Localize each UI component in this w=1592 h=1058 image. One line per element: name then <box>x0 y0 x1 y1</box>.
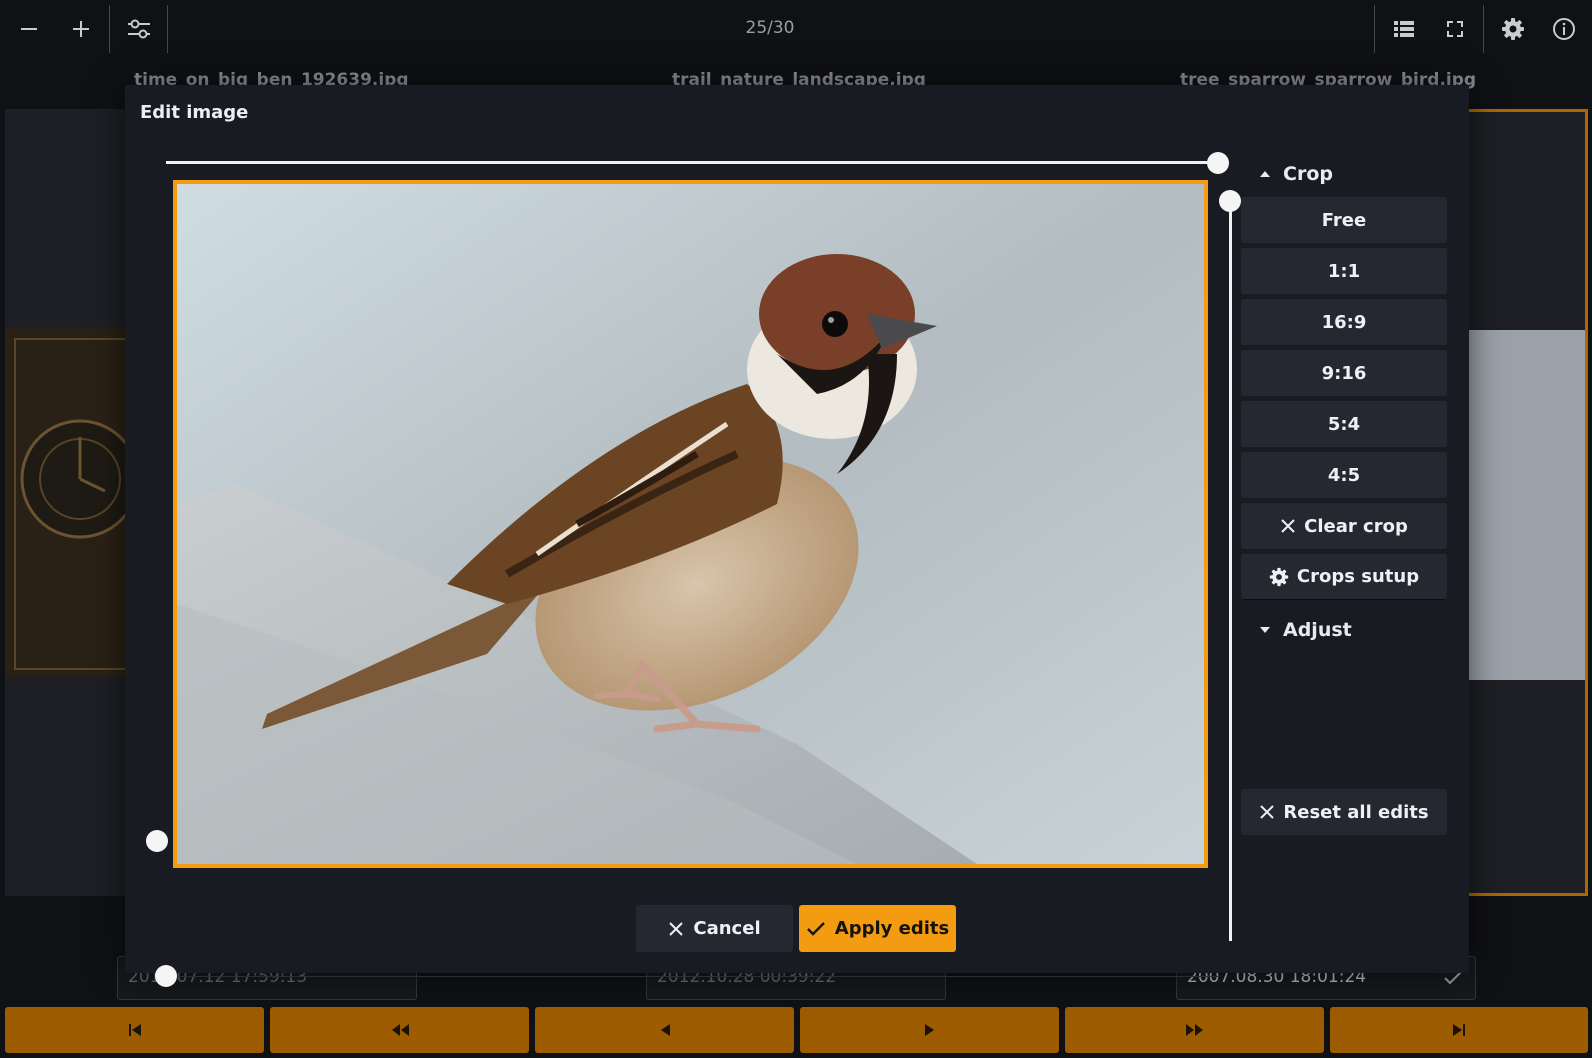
adjust-section-label: Adjust <box>1283 619 1352 641</box>
image-counter: 25/30 <box>745 18 795 38</box>
cancel-button[interactable]: Cancel <box>636 905 793 952</box>
info-button[interactable] <box>1540 4 1588 54</box>
toolbar-divider <box>167 5 168 53</box>
settings-button[interactable] <box>1489 4 1537 54</box>
fast-rewind-icon <box>391 1024 409 1036</box>
apply-edits-button[interactable]: Apply edits <box>799 905 956 952</box>
previous-icon <box>660 1024 670 1036</box>
image-thumbnail <box>1450 330 1585 680</box>
crop-right-slider-track[interactable] <box>1229 201 1232 941</box>
crop-ratio-9-16-button[interactable]: 9:16 <box>1241 350 1447 396</box>
skip-last-icon <box>1453 1024 1465 1036</box>
gallery-card-selected[interactable] <box>1450 109 1588 896</box>
last-image-button[interactable] <box>1330 1007 1588 1053</box>
chevron-up-icon <box>1260 171 1270 177</box>
edit-image-dialog: Edit image Crop Free 1:1 16:9 9:16 5:4 4… <box>125 85 1469 987</box>
image-crop-area[interactable] <box>173 180 1208 868</box>
fast-forward-button[interactable] <box>1065 1007 1324 1053</box>
button-label: 4:5 <box>1327 464 1361 486</box>
list-icon <box>1394 21 1414 37</box>
next-button[interactable] <box>800 1007 1059 1053</box>
toolbar-divider <box>109 5 110 53</box>
reset-all-edits-button[interactable]: Reset all edits <box>1241 789 1447 835</box>
check-icon <box>806 921 825 936</box>
toolbar-divider <box>1374 5 1375 53</box>
fullscreen-button[interactable] <box>1431 4 1479 54</box>
crop-ratio-1-1-button[interactable]: 1:1 <box>1241 248 1447 294</box>
button-label: 16:9 <box>1321 311 1367 333</box>
zoom-out-button[interactable] <box>5 4 53 54</box>
sliders-icon <box>128 19 150 39</box>
sparrow-photo <box>177 184 1204 864</box>
crop-ratio-4-5-button[interactable]: 4:5 <box>1241 452 1447 498</box>
gear-icon <box>1502 18 1524 40</box>
crop-ratio-16-9-button[interactable]: 16:9 <box>1241 299 1447 345</box>
first-image-button[interactable] <box>5 1007 264 1053</box>
adjust-section-toggle[interactable]: Adjust <box>1259 619 1352 641</box>
button-label: 9:16 <box>1321 362 1367 384</box>
close-icon <box>1281 519 1295 533</box>
fast-forward-icon <box>1185 1024 1203 1036</box>
crop-top-slider-track[interactable] <box>166 161 1218 164</box>
crops-setup-button[interactable]: Crops sutup <box>1241 554 1447 600</box>
navigation-bar <box>0 1005 1592 1058</box>
crop-section-label: Crop <box>1283 163 1333 185</box>
zoom-out-icon <box>21 28 37 30</box>
button-label: Free <box>1321 209 1367 231</box>
rewind-button[interactable] <box>270 1007 529 1053</box>
skip-first-icon <box>128 1024 141 1036</box>
info-icon <box>1553 18 1575 40</box>
crop-ratio-free-button[interactable]: Free <box>1241 197 1447 243</box>
button-label: Cancel <box>693 918 761 939</box>
chevron-down-icon <box>1260 627 1270 633</box>
edit-tools-button[interactable] <box>115 4 163 54</box>
button-label: 1:1 <box>1327 260 1361 282</box>
crop-top-slider-handle[interactable] <box>1207 152 1229 174</box>
close-icon <box>1260 805 1275 819</box>
zoom-in-icon <box>73 21 89 37</box>
crop-right-slider-handle[interactable] <box>1219 190 1241 212</box>
zoom-in-button[interactable] <box>57 4 105 54</box>
crop-left-slider-handle[interactable] <box>146 830 168 852</box>
button-label: Reset all edits <box>1283 801 1429 823</box>
top-toolbar: 25/30 <box>0 0 1592 57</box>
crop-bottom-slider-track[interactable] <box>166 976 1218 977</box>
crop-section-toggle[interactable]: Crop <box>1259 163 1333 185</box>
list-view-button[interactable] <box>1380 4 1428 54</box>
button-label: Apply edits <box>834 918 950 939</box>
close-icon <box>669 921 684 936</box>
button-label: 5:4 <box>1327 413 1361 435</box>
clear-crop-button[interactable]: Clear crop <box>1241 503 1447 549</box>
previous-button[interactable] <box>535 1007 794 1053</box>
fullscreen-icon <box>1447 21 1463 37</box>
crop-bottom-slider-handle[interactable] <box>155 965 177 987</box>
crop-ratio-5-4-button[interactable]: 5:4 <box>1241 401 1447 447</box>
next-icon <box>924 1024 934 1036</box>
gear-icon <box>1269 567 1289 586</box>
dialog-title: Edit image <box>140 102 249 123</box>
button-label: Crops sutup <box>1296 566 1420 587</box>
toolbar-divider <box>1483 5 1484 53</box>
button-label: Clear crop <box>1304 515 1408 537</box>
